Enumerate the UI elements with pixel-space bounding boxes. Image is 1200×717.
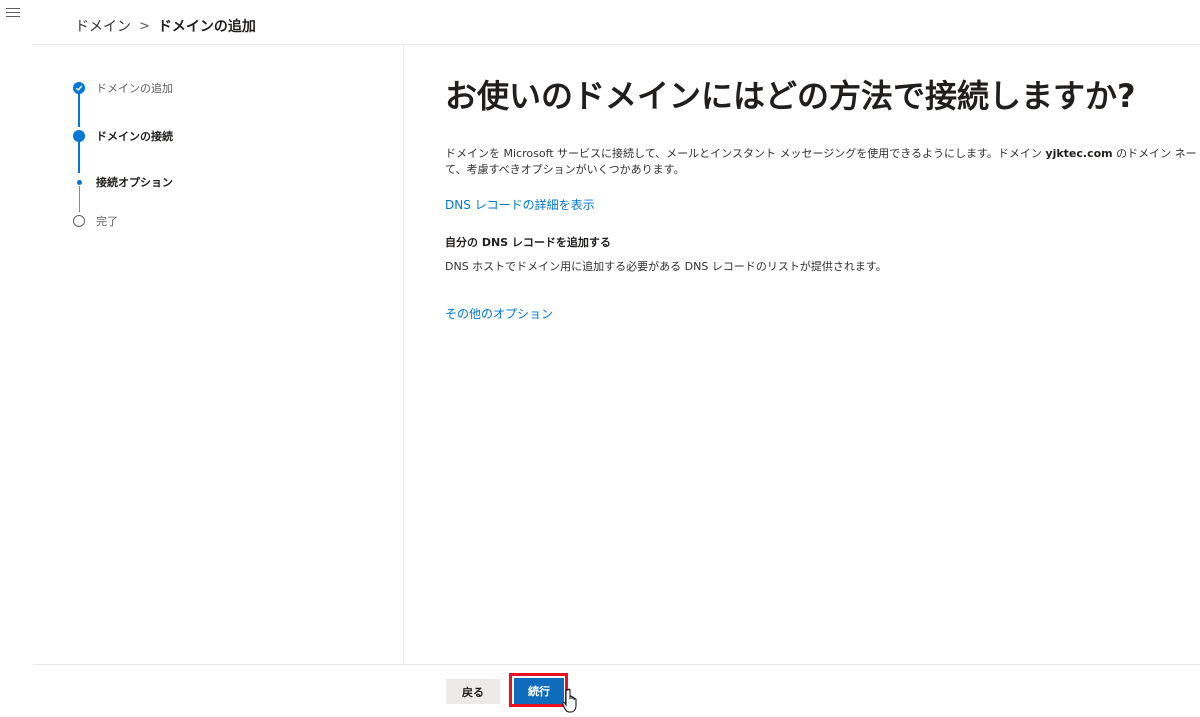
back-button[interactable]: 戻る — [446, 679, 500, 704]
hamburger-menu-icon[interactable] — [6, 8, 20, 20]
continue-button[interactable]: 続行 — [514, 678, 564, 704]
description-text: のドメイン ネー — [1112, 147, 1197, 160]
dns-details-link[interactable]: DNS レコードの詳細を表示 — [445, 196, 595, 213]
current-step-dot-icon — [73, 130, 85, 142]
chevron-right-icon: > — [139, 18, 150, 34]
stepper-divider — [403, 45, 404, 664]
more-options-link[interactable]: その他のオプション — [445, 305, 553, 322]
footer-divider — [33, 664, 1200, 665]
step-connect-options: 接続オプション — [72, 174, 173, 190]
description: ドメインを Microsoft サービスに接続して、メールとインスタント メッセ… — [445, 146, 1197, 178]
step-complete: 完了 — [72, 213, 118, 229]
description-text: ドメインを Microsoft サービスに接続して、メールとインスタント メッセ… — [445, 147, 1046, 160]
breadcrumb-current: ドメインの追加 — [157, 19, 256, 35]
option-title: 自分の DNS レコードを追加する — [445, 236, 611, 249]
substep-dot-icon — [76, 179, 82, 185]
description-text: て、考慮すべきオプションがいくつかあります。 — [445, 163, 685, 176]
option-description: DNS ホストでドメイン用に追加する必要がある DNS レコードのリストが提供さ… — [445, 260, 887, 273]
breadcrumb-domains-link[interactable]: ドメイン — [75, 16, 131, 36]
step-add-domain: ドメインの追加 — [72, 80, 173, 96]
stepper-connector — [78, 142, 80, 173]
main-content: お使いのドメインにはどの方法で接続しますか? ドメインを Microsoft サ… — [445, 74, 1200, 321]
check-circle-icon — [73, 82, 85, 94]
step-label: ドメインの追加 — [96, 82, 173, 95]
step-connect-domain: ドメインの接続 — [72, 128, 173, 144]
step-label: ドメインの接続 — [96, 130, 173, 143]
domain-name: yjktec.com — [1045, 147, 1113, 160]
step-label: 完了 — [96, 215, 118, 228]
page-title: お使いのドメインにはどの方法で接続しますか? — [445, 77, 1136, 115]
step-label: 接続オプション — [96, 176, 173, 189]
breadcrumb: ドメイン > ドメインの追加 — [75, 16, 256, 36]
empty-circle-icon — [73, 215, 85, 227]
header-divider — [33, 44, 1200, 45]
stepper-connector — [78, 93, 80, 127]
hand-cursor-icon — [562, 688, 577, 713]
